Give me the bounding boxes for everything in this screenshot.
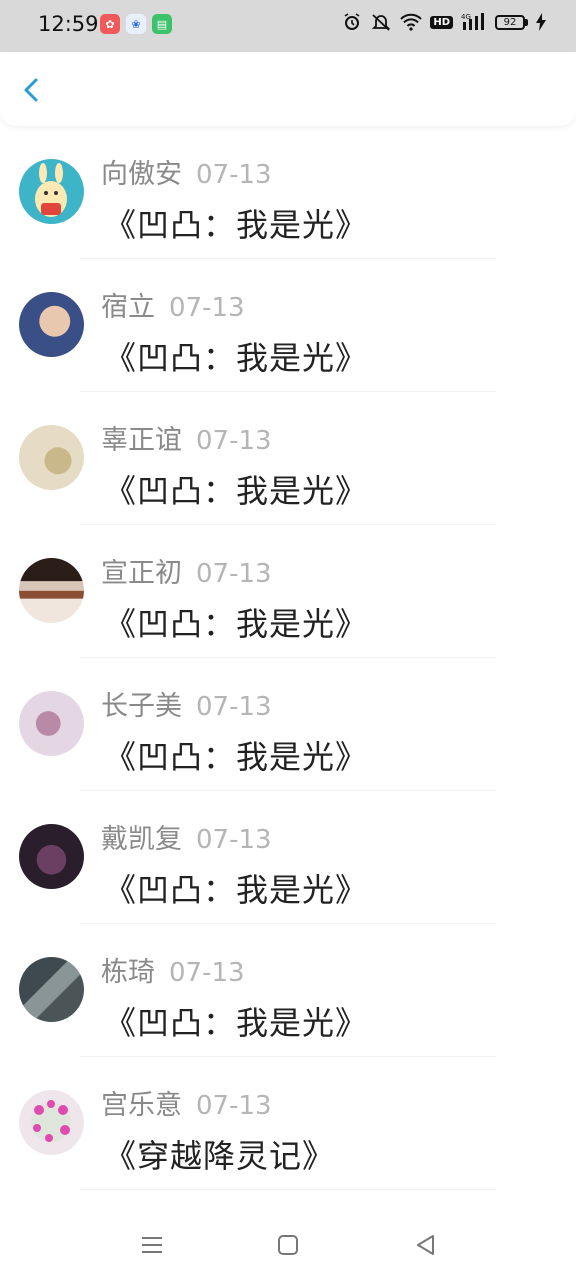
item-meta: 栋琦 07-13 [101,950,245,989]
item-title[interactable]: 《凹凸：我是光》 [104,998,368,1044]
status-time: 12:59 [38,12,99,36]
list-item[interactable]: 宿立 07-13 《凹凸：我是光》 [0,259,576,392]
divider [80,1189,496,1190]
status-bar: 12:59 ✿ ❀ ▤ HD 4G 92 [0,0,576,52]
item-title[interactable]: 《凹凸：我是光》 [104,200,368,246]
avatar[interactable] [19,292,84,357]
item-title[interactable]: 《凹凸：我是光》 [104,333,368,379]
list-item[interactable]: 长子美 07-13 《凹凸：我是光》 [0,658,576,791]
item-date: 07-13 [169,293,245,323]
item-date: 07-13 [169,958,245,988]
battery-indicator: 92 [495,14,528,30]
list-item[interactable]: 宫乐意 07-13 《穿越降灵记》 [0,1057,576,1190]
item-title[interactable]: 《凹凸：我是光》 [104,466,368,512]
item-meta: 向傲安 07-13 [101,152,272,191]
item-date: 07-13 [196,692,272,722]
home-square-icon[interactable] [275,1232,301,1258]
list-item[interactable]: 宣正初 07-13 《凹凸：我是光》 [0,525,576,658]
item-date: 07-13 [196,1091,272,1121]
user-name[interactable]: 戴凯复 [101,824,182,855]
item-title[interactable]: 《穿越降灵记》 [104,1131,335,1177]
activity-list: 向傲安 07-13 《凹凸：我是光》 宿立 07-13 《凹凸：我是光》 辜正谊 07… [0,126,576,1190]
item-title[interactable]: 《凹凸：我是光》 [104,599,368,645]
item-date: 07-13 [196,160,272,190]
baidu-notification-icon: ❀ [126,14,146,34]
list-item[interactable]: 栋琦 07-13 《凹凸：我是光》 [0,924,576,1057]
avatar[interactable] [19,824,84,889]
app-notification-icon: ✿ [100,14,120,34]
user-name[interactable]: 长子美 [101,691,182,722]
notification-icons: ✿ ❀ ▤ [100,14,172,34]
item-date: 07-13 [196,825,272,855]
user-name[interactable]: 宫乐意 [101,1090,182,1121]
item-meta: 宫乐意 07-13 [101,1083,272,1122]
hd-badge: HD [430,15,453,29]
back-triangle-icon[interactable] [413,1232,439,1258]
charging-icon [536,13,546,31]
user-name[interactable]: 栋琦 [101,957,155,988]
avatar[interactable] [19,159,84,224]
item-date: 07-13 [196,559,272,589]
avatar[interactable] [19,425,84,490]
user-name[interactable]: 向傲安 [101,159,182,190]
battery-level: 92 [495,14,525,30]
item-meta: 辜正谊 07-13 [101,418,272,457]
back-button[interactable] [16,74,48,106]
alarm-icon [344,13,360,30]
mute-icon [372,14,391,31]
wifi-icon [400,13,423,31]
menu-icon[interactable] [139,1232,165,1258]
item-meta: 宿立 07-13 [101,285,245,324]
item-meta: 戴凯复 07-13 [101,817,272,856]
list-item[interactable]: 戴凯复 07-13 《凹凸：我是光》 [0,791,576,924]
status-indicators: HD 4G 92 [342,12,546,32]
signal-icon: 4G [461,13,484,30]
item-meta: 长子美 07-13 [101,684,272,723]
system-nav-bar [0,1210,576,1280]
user-name[interactable]: 宣正初 [101,558,182,589]
user-name[interactable]: 宿立 [101,292,155,323]
item-date: 07-13 [196,426,272,456]
item-meta: 宣正初 07-13 [101,551,272,590]
item-title[interactable]: 《凹凸：我是光》 [104,732,368,778]
avatar[interactable] [19,957,84,1022]
item-title[interactable]: 《凹凸：我是光》 [104,865,368,911]
chevron-left-icon [24,78,38,102]
list-item[interactable]: 辜正谊 07-13 《凹凸：我是光》 [0,392,576,525]
avatar[interactable] [19,1090,84,1155]
avatar[interactable] [19,558,84,623]
user-name[interactable]: 辜正谊 [101,425,182,456]
list-item[interactable]: 向傲安 07-13 《凹凸：我是光》 [0,126,576,259]
avatar[interactable] [19,691,84,756]
message-notification-icon: ▤ [152,14,172,34]
top-header [0,52,576,126]
